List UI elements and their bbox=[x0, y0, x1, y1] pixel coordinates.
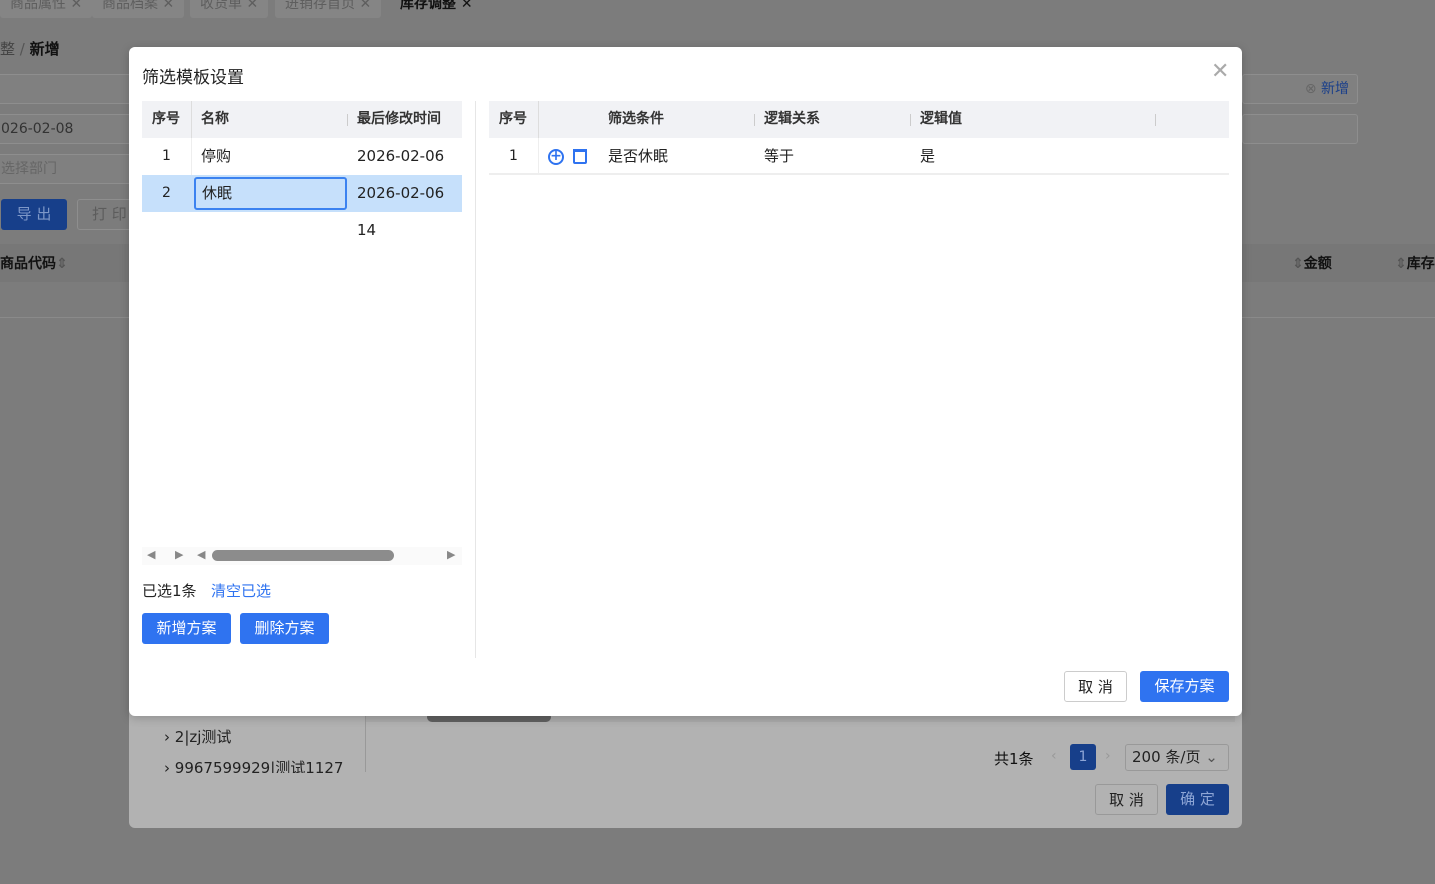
cancel-button[interactable]: 取 消 bbox=[1064, 671, 1127, 702]
left-table-header: 序号 名称 最后修改时间 bbox=[142, 101, 462, 138]
add-scheme-button[interactable]: 新增方案 bbox=[142, 613, 231, 644]
scheme-name-input[interactable]: 休眠 bbox=[194, 177, 347, 210]
bg-input[interactable] bbox=[0, 74, 135, 104]
prev-page-icon[interactable]: ‹ bbox=[1051, 748, 1057, 764]
next-page-icon[interactable]: › bbox=[1105, 748, 1111, 764]
tab-inventory-home[interactable]: 进销存首页 ✕ bbox=[275, 0, 382, 18]
scroll-right-icon: ▶ bbox=[447, 548, 456, 561]
scroll-left-icon: ◀ bbox=[147, 548, 156, 561]
close-icon[interactable]: ✕ bbox=[1211, 61, 1229, 83]
value-cell[interactable]: 是 bbox=[920, 138, 935, 175]
panel-divider bbox=[475, 101, 476, 658]
col-stock[interactable]: ⇕库存 bbox=[1395, 253, 1435, 273]
breadcrumb-sep: / bbox=[19, 40, 25, 58]
department-select[interactable]: 选择部门 bbox=[0, 154, 135, 184]
chevron-down-icon: ⌄ bbox=[1205, 748, 1218, 766]
header-no: 序号 bbox=[152, 111, 180, 127]
breadcrumb: 整 / 新增 bbox=[0, 38, 60, 59]
relation-cell[interactable]: 等于 bbox=[764, 138, 794, 175]
modal-title: 筛选模板设置 bbox=[142, 68, 244, 88]
header-no: 序号 bbox=[499, 111, 527, 127]
tab-label: 商品档案 bbox=[102, 0, 158, 12]
close-icon[interactable]: ✕ bbox=[461, 0, 473, 12]
tab-label: 商品属性 bbox=[10, 0, 66, 12]
header-name: 名称 bbox=[201, 111, 229, 127]
close-icon[interactable]: ✕ bbox=[70, 0, 82, 12]
export-button[interactable]: 导 出 bbox=[1, 199, 67, 230]
tab-label: 库存调整 bbox=[400, 0, 456, 12]
cancel-button[interactable]: 取 消 bbox=[1095, 784, 1158, 815]
tab-product-archive[interactable]: 商品档案 ✕ bbox=[92, 0, 185, 18]
breadcrumb-current: 新增 bbox=[29, 40, 60, 58]
horizontal-scrollbar[interactable]: ◀ ▶ ◀ ▶ bbox=[142, 547, 462, 565]
scrollbar-thumb[interactable] bbox=[212, 550, 394, 561]
col-code[interactable]: 商品代码⇕ bbox=[0, 253, 68, 273]
delete-condition-icon[interactable] bbox=[573, 149, 587, 164]
tab-receipt[interactable]: 收货单 ✕ bbox=[190, 0, 269, 18]
page-1[interactable]: 1 bbox=[1070, 744, 1096, 770]
close-icon[interactable]: ✕ bbox=[246, 0, 258, 12]
scroll-right-icon: ▶ bbox=[175, 548, 184, 561]
clear-icon[interactable]: ⊗ bbox=[1305, 81, 1317, 97]
filter-template-modal: 筛选模板设置 ✕ 序号 名称 最后修改时间 1 停购 2026-02-06 14… bbox=[129, 47, 1242, 716]
header-value: 逻辑值 bbox=[920, 111, 962, 127]
add-link[interactable]: ⊗ 新增 bbox=[1242, 74, 1358, 104]
tab-label: 收货单 bbox=[200, 0, 242, 12]
tab-product-attr[interactable]: 商品属性 ✕ bbox=[0, 0, 93, 18]
dept-placeholder: 选择部门 bbox=[1, 161, 57, 177]
header-relation: 逻辑关系 bbox=[764, 111, 820, 127]
save-scheme-button[interactable]: 保存方案 bbox=[1140, 671, 1229, 702]
close-icon[interactable]: ✕ bbox=[359, 0, 371, 12]
date-value: 026-02-08 bbox=[1, 121, 74, 137]
delete-scheme-button[interactable]: 删除方案 bbox=[240, 613, 329, 644]
table-row[interactable]: 1 停购 2026-02-06 14 bbox=[142, 138, 462, 202]
bg-input-2[interactable] bbox=[1242, 114, 1358, 144]
selected-count: 已选1条 bbox=[142, 582, 197, 600]
table-row[interactable]: 1 + 是否休眠 等于 是 bbox=[489, 138, 1229, 175]
header-condition: 筛选条件 bbox=[608, 111, 664, 127]
tab-label: 进销存首页 bbox=[285, 0, 355, 12]
scroll-left-icon: ◀ bbox=[197, 548, 206, 561]
tree-node[interactable]: › 9967599929|测试1127 bbox=[164, 757, 343, 773]
close-icon[interactable]: ✕ bbox=[162, 0, 174, 12]
add-condition-icon[interactable]: + bbox=[548, 149, 564, 165]
breadcrumb-parent[interactable]: 整 bbox=[0, 40, 15, 58]
clear-selected-link[interactable]: 清空已选 bbox=[211, 580, 271, 601]
tree-node[interactable]: › 2|zj测试 bbox=[164, 726, 231, 747]
page-size-select[interactable]: 200 条/页 ⌄ bbox=[1125, 744, 1229, 771]
condition-cell[interactable]: 是否休眠 bbox=[608, 138, 668, 175]
pagination-total: 共1条 bbox=[994, 750, 1034, 768]
col-amount[interactable]: ⇕金额 bbox=[1292, 253, 1332, 273]
confirm-button[interactable]: 确 定 bbox=[1166, 784, 1229, 815]
right-table-header: 序号 筛选条件 逻辑关系 逻辑值 bbox=[489, 101, 1229, 138]
tab-stock-adjust[interactable]: 库存调整 ✕ bbox=[390, 0, 483, 18]
print-button[interactable]: 打 印 bbox=[77, 199, 137, 230]
scheme-time: 2026-02-06 14 bbox=[357, 184, 445, 239]
table-row-selected[interactable]: 2 休眠 2026-02-06 14 bbox=[142, 175, 462, 239]
date-input[interactable]: 026-02-08 bbox=[0, 114, 135, 144]
scheme-name: 停购 bbox=[201, 147, 232, 165]
header-modified: 最后修改时间 bbox=[357, 111, 441, 127]
